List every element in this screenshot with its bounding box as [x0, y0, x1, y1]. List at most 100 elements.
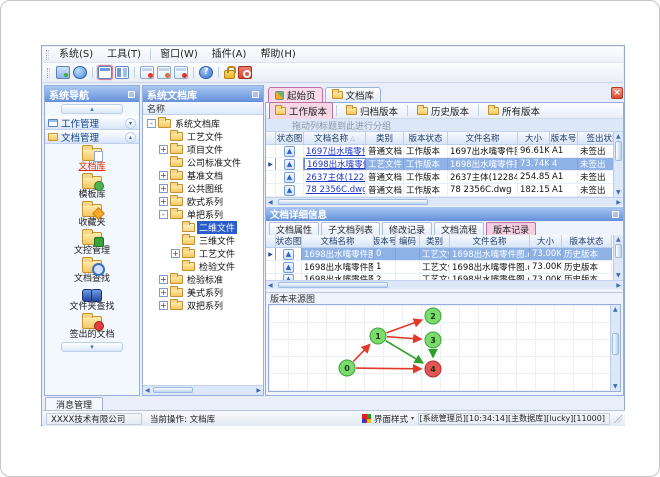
tree-node-label[interactable]: 单把系列: [185, 208, 225, 221]
document-link[interactable]: 1697出水嘴零件图.dwg: [306, 145, 365, 157]
expand-icon[interactable]: +: [159, 197, 168, 206]
group-by-hint[interactable]: 拖动列标题到此进行分组: [266, 119, 623, 132]
tree-node[interactable]: + 检验标准: [143, 273, 263, 286]
scroll-down-icon[interactable]: ▼: [616, 272, 621, 279]
scroll-down-icon[interactable]: ▼: [616, 189, 621, 196]
detail-tab[interactable]: 文档属性: [269, 222, 320, 236]
tree-node[interactable]: + 项目文件: [143, 143, 263, 156]
tree-node-label[interactable]: 美式系列: [185, 286, 225, 299]
sidebar-item-control[interactable]: 文控管理: [45, 228, 139, 256]
toolbar-grip[interactable]: [46, 49, 49, 60]
column-header[interactable]: 类别: [420, 235, 450, 247]
resize-grip[interactable]: [614, 414, 622, 423]
tree-node[interactable]: + 公共图纸: [143, 182, 263, 195]
tree-node-label[interactable]: 系统文档库: [173, 117, 222, 130]
tree-column-header[interactable]: 名称: [143, 102, 263, 115]
scroll-right-icon[interactable]: ▶: [256, 387, 261, 394]
document-link[interactable]: 1698出水嘴零件图.dwg: [307, 159, 365, 169]
tree-node[interactable]: 三维文件: [143, 234, 263, 247]
menu-item[interactable]: 系统(S): [52, 48, 100, 62]
column-header[interactable]: 版本状态: [404, 132, 448, 144]
scrollbar-thumb[interactable]: [278, 282, 388, 288]
column-header[interactable]: 版本号: [374, 235, 396, 247]
tree-node[interactable]: + 基准文档: [143, 169, 263, 182]
sidebar-group[interactable]: 文档管理 ▴: [45, 130, 139, 144]
tab-document-library[interactable]: 文档库: [324, 87, 382, 102]
tree-node-label[interactable]: 检验标准: [185, 273, 225, 286]
tree-node[interactable]: + 欧式系列: [143, 195, 263, 208]
column-header[interactable]: 状态图: [276, 132, 304, 144]
tree-node-label[interactable]: 欧式系列: [185, 195, 225, 208]
chevron-down-icon[interactable]: ▾: [125, 117, 136, 129]
pin-icon[interactable]: [612, 210, 619, 218]
scrollbar-thumb[interactable]: [153, 387, 193, 393]
table-row[interactable]: ▶1698出水嘴零件图.dwg0工艺文件1698出水嘴零件图.dwg73.00K…: [266, 248, 613, 261]
close-tab-button[interactable]: ×: [611, 87, 623, 99]
sidebar-item-binoculars[interactable]: 文件夹查找: [45, 284, 139, 312]
collapse-icon[interactable]: -: [147, 119, 156, 128]
column-header[interactable]: 状态图: [276, 235, 302, 247]
detail-tab[interactable]: 版本记录: [486, 222, 537, 236]
version-filter-button[interactable]: 历史版本: [411, 102, 475, 120]
sidebar-group[interactable]: 工作管理 ▾: [45, 116, 139, 130]
tree-node-label[interactable]: 二维文件: [197, 221, 238, 234]
expand-icon[interactable]: +: [171, 249, 180, 258]
sidebar-item-doc[interactable]: 文档库: [45, 144, 139, 172]
vertical-scrollbar[interactable]: ▲ ▼: [613, 235, 623, 280]
tree-node[interactable]: 二维文件: [143, 221, 263, 234]
column-header[interactable]: 文档名称: [302, 235, 374, 247]
column-header[interactable]: 大小: [518, 132, 550, 144]
mail-send-icon[interactable]: [157, 66, 171, 79]
table-row[interactable]: ▶1698出水嘴零件图.dwg工艺文件工作版本1698出水嘴零件图.dwg73.…: [266, 158, 613, 171]
tree-node[interactable]: - 系统文档库: [143, 117, 263, 130]
sidebar-scroll-down[interactable]: ▾: [61, 342, 123, 352]
column-header[interactable]: 文件名称: [450, 235, 530, 247]
mail-delete-icon[interactable]: [140, 66, 154, 79]
tree-node[interactable]: + 美式系列: [143, 286, 263, 299]
tree-node-label[interactable]: 公共图纸: [185, 182, 225, 195]
column-header[interactable]: 文档名称 △: [304, 132, 366, 144]
expand-icon[interactable]: +: [159, 145, 168, 154]
interface-style-selector[interactable]: 界面样式 ▾: [361, 413, 414, 425]
globe-icon[interactable]: [73, 66, 87, 79]
scroll-left-icon[interactable]: ◀: [268, 199, 273, 206]
sidebar-item-template[interactable]: 模板库: [45, 172, 139, 200]
exit-icon[interactable]: [238, 66, 252, 79]
sidebar-item-checkout[interactable]: 签出的文档: [45, 312, 139, 340]
scroll-left-icon[interactable]: ◀: [268, 282, 273, 289]
scrollbar-thumb[interactable]: [278, 199, 428, 205]
tab-start-page[interactable]: 起始页: [268, 87, 323, 102]
column-header[interactable]: 版本状态: [562, 235, 612, 247]
vertical-scrollbar[interactable]: ▲ ▼: [613, 132, 623, 197]
scrollbar-thumb[interactable]: [615, 244, 622, 258]
expand-icon[interactable]: +: [159, 171, 168, 180]
pin-icon[interactable]: [252, 90, 259, 98]
vertical-scrollbar[interactable]: ▲ ▼: [610, 305, 620, 391]
sidebar-item-star[interactable]: 收藏夹: [45, 200, 139, 228]
help-icon[interactable]: [199, 66, 213, 79]
document-link[interactable]: 78 2356C.dwg: [306, 185, 365, 195]
mail-receive-icon[interactable]: [174, 66, 188, 79]
menu-item[interactable]: 窗口(W): [153, 48, 205, 62]
expand-icon[interactable]: +: [159, 288, 168, 297]
version-filter-button[interactable]: 所有版本: [482, 102, 546, 120]
column-header[interactable]: 编码: [396, 235, 420, 247]
table-row[interactable]: 1697出水嘴零件图.dwg普通文档工作版本1697出水嘴零件图.dwg96.6…: [266, 145, 613, 158]
toolbar-grip[interactable]: [47, 67, 50, 78]
window-cascade-icon[interactable]: [97, 65, 113, 80]
column-header[interactable]: 大小: [530, 235, 562, 247]
scroll-up-icon[interactable]: ▲: [616, 133, 621, 140]
scroll-right-icon[interactable]: ▶: [616, 282, 621, 289]
display-icon[interactable]: [56, 66, 70, 79]
column-header[interactable]: 版本号: [550, 132, 578, 144]
tree-node[interactable]: + 工艺文件: [143, 247, 263, 260]
tree-node[interactable]: - 单把系列: [143, 208, 263, 221]
version-filter-button[interactable]: 工作版本: [269, 101, 334, 120]
version-filter-button[interactable]: 归档版本: [340, 102, 404, 120]
tree-node-label[interactable]: 工艺文件: [197, 247, 237, 260]
scroll-right-icon[interactable]: ▶: [616, 199, 621, 206]
scrollbar-thumb[interactable]: [615, 141, 622, 161]
sidebar-item-search[interactable]: 文档查找: [45, 256, 139, 284]
window-tile-icon[interactable]: [115, 66, 129, 79]
menu-item[interactable]: 帮助(H): [253, 48, 302, 62]
